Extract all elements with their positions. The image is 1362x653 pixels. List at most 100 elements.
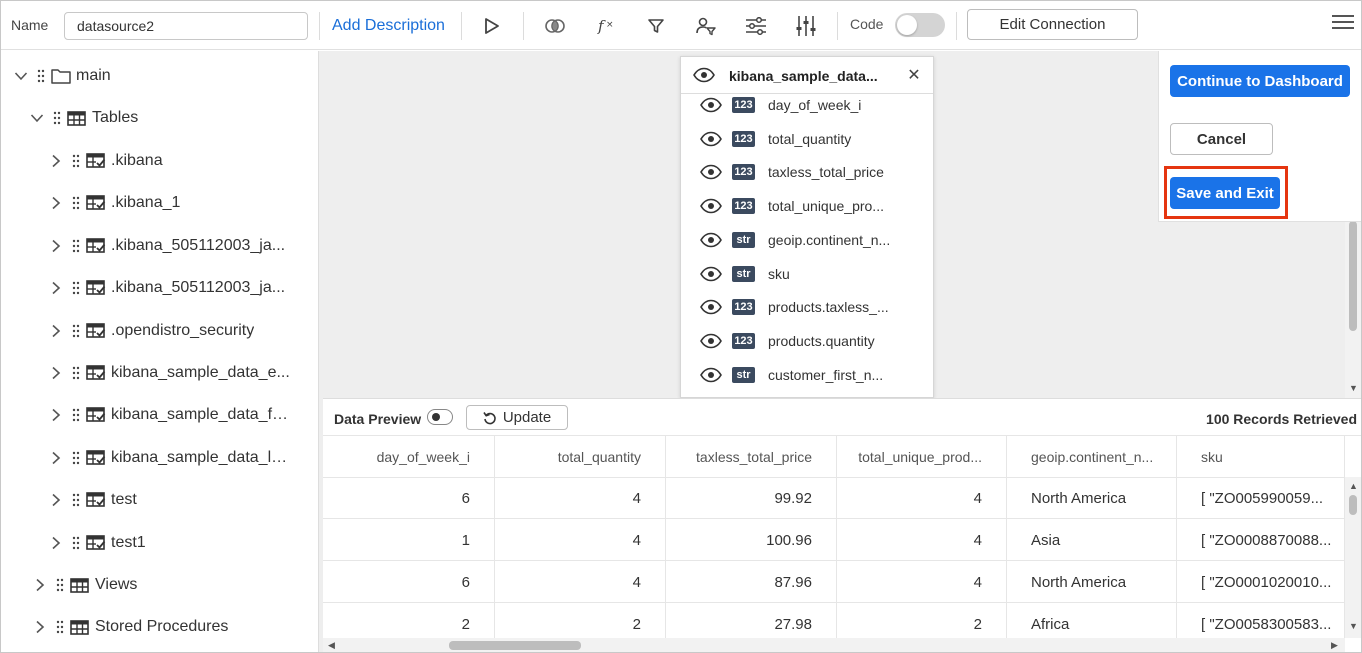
chevron-right-icon[interactable] (48, 153, 64, 169)
save-and-exit-button[interactable]: Save and Exit (1170, 177, 1280, 209)
sliders-vertical-icon[interactable] (793, 13, 819, 39)
table-cell[interactable]: 4 (837, 477, 1007, 519)
table-cell[interactable]: 2 (323, 603, 495, 638)
table-cell[interactable]: 1 (323, 519, 495, 561)
eye-icon[interactable] (700, 163, 722, 181)
column-row[interactable]: str geoip.continent_n... (681, 225, 933, 255)
eye-icon[interactable] (693, 67, 715, 83)
eye-icon[interactable] (700, 298, 722, 316)
drag-handle-icon[interactable] (72, 451, 80, 465)
chevron-right-icon[interactable] (48, 365, 64, 381)
table-cell[interactable]: 4 (495, 561, 666, 603)
chevron-right-icon[interactable] (32, 619, 48, 635)
eye-icon[interactable] (700, 366, 722, 384)
scroll-right-icon[interactable]: ▶ (1331, 640, 1338, 651)
drag-handle-icon[interactable] (56, 620, 64, 634)
table-cell[interactable]: 99.92 (666, 477, 837, 519)
table-cell[interactable]: North America (1007, 477, 1177, 519)
tree-item-table[interactable]: .kibana_505112003_ja... (48, 231, 285, 261)
table-cell[interactable]: 4 (495, 477, 666, 519)
chevron-down-icon[interactable] (13, 68, 29, 84)
chevron-right-icon[interactable] (48, 323, 64, 339)
table-row[interactable]: 6 4 99.92 4 North America[ "ZO005990059... (323, 477, 1345, 519)
column-header[interactable]: taxless_total_price (666, 436, 837, 478)
scrollbar-thumb[interactable] (1349, 221, 1357, 331)
tree-item-table[interactable]: kibana_sample_data_lo... (48, 443, 291, 473)
tree-item-table[interactable]: .kibana_505112003_ja... (48, 273, 285, 303)
column-header[interactable]: total_quantity (495, 436, 666, 478)
eye-icon[interactable] (700, 197, 722, 215)
edit-connection-button[interactable]: Edit Connection (967, 9, 1138, 40)
table-cell[interactable]: [ "ZO0058300583... (1177, 603, 1345, 638)
filter-icon[interactable] (643, 13, 669, 39)
chevron-right-icon[interactable] (48, 407, 64, 423)
chevron-right-icon[interactable] (48, 238, 64, 254)
run-icon[interactable] (479, 13, 505, 39)
table-card[interactable]: kibana_sample_data... ✕ 123 day_of_week_i… (680, 56, 934, 398)
table-cell[interactable]: 87.96 (666, 561, 837, 603)
table-row[interactable]: 1 4 100.96 4 Asia[ "ZO0008870088... (323, 519, 1345, 561)
close-icon[interactable]: ✕ (905, 67, 923, 85)
table-cell[interactable]: 4 (837, 561, 1007, 603)
drag-handle-icon[interactable] (72, 536, 80, 550)
tree-item-table[interactable]: .kibana_1 (48, 188, 180, 218)
name-input[interactable] (64, 12, 308, 40)
join-icon[interactable] (542, 13, 568, 39)
column-row[interactable]: 123 products.quantity (681, 326, 933, 356)
table-cell[interactable]: 27.98 (666, 603, 837, 638)
table-cell[interactable]: North America (1007, 561, 1177, 603)
column-row[interactable]: 123 total_unique_pro... (681, 191, 933, 221)
drag-handle-icon[interactable] (72, 408, 80, 422)
grid-horizontal-scrollbar[interactable]: ◀ ▶ (323, 638, 1345, 652)
tree-item-table[interactable]: .opendistro_security (48, 316, 254, 346)
tree-item-table[interactable]: kibana_sample_data_fli... (48, 400, 291, 430)
chevron-right-icon[interactable] (48, 195, 64, 211)
eye-icon[interactable] (700, 332, 722, 350)
drag-handle-icon[interactable] (72, 239, 80, 253)
drag-handle-icon[interactable] (37, 69, 45, 83)
chevron-down-icon[interactable] (29, 110, 45, 126)
tree-item-table[interactable]: .kibana (48, 146, 163, 176)
column-header[interactable]: total_unique_prod... (837, 436, 1007, 478)
add-description-link[interactable]: Add Description (332, 17, 445, 35)
drag-handle-icon[interactable] (53, 111, 61, 125)
tree-item-tables[interactable]: Tables (29, 103, 138, 133)
data-preview-toggle[interactable] (427, 409, 453, 425)
column-row[interactable]: 123 taxless_total_price (681, 157, 933, 187)
scroll-left-icon[interactable]: ◀ (328, 640, 335, 651)
tree-item-table[interactable]: kibana_sample_data_e... (48, 358, 290, 388)
eye-icon[interactable] (700, 130, 722, 148)
table-cell[interactable]: 4 (495, 519, 666, 561)
table-cell[interactable]: Africa (1007, 603, 1177, 638)
formula-icon[interactable]: f × (593, 13, 619, 39)
column-row[interactable]: 123 day_of_week_i (681, 90, 933, 120)
column-row[interactable]: 123 total_quantity (681, 124, 933, 154)
chevron-right-icon[interactable] (48, 280, 64, 296)
code-toggle[interactable] (895, 13, 945, 37)
drag-handle-icon[interactable] (72, 154, 80, 168)
grid-vertical-scrollbar[interactable]: ▲ ▼ (1345, 477, 1361, 638)
table-cell[interactable]: 6 (323, 477, 495, 519)
column-header[interactable]: geoip.continent_n... (1007, 436, 1177, 478)
table-cell[interactable]: 6 (323, 561, 495, 603)
table-cell[interactable]: [ "ZO0001020010... (1177, 561, 1345, 603)
scroll-up-icon[interactable]: ▲ (1349, 481, 1358, 491)
column-header[interactable]: sku (1177, 436, 1345, 478)
eye-icon[interactable] (700, 96, 722, 114)
column-header[interactable]: day_of_week_i (323, 436, 495, 478)
table-row[interactable]: 6 4 87.96 4 North America[ "ZO0001020010... (323, 561, 1345, 603)
tree-item-table[interactable]: test (48, 485, 137, 515)
table-cell[interactable]: 4 (837, 519, 1007, 561)
continue-to-dashboard-button[interactable]: Continue to Dashboard (1170, 65, 1350, 97)
table-cell[interactable]: Asia (1007, 519, 1177, 561)
tree-item-views[interactable]: Views (32, 570, 137, 600)
eye-icon[interactable] (700, 265, 722, 283)
table-cell[interactable]: [ "ZO0008870088... (1177, 519, 1345, 561)
table-cell[interactable]: 2 (837, 603, 1007, 638)
chevron-right-icon[interactable] (32, 577, 48, 593)
drag-handle-icon[interactable] (72, 493, 80, 507)
scrollbar-thumb[interactable] (449, 641, 581, 650)
tree-item-table[interactable]: test1 (48, 528, 146, 558)
drag-handle-icon[interactable] (72, 324, 80, 338)
tree-item-stored-procedures[interactable]: Stored Procedures (32, 612, 228, 642)
